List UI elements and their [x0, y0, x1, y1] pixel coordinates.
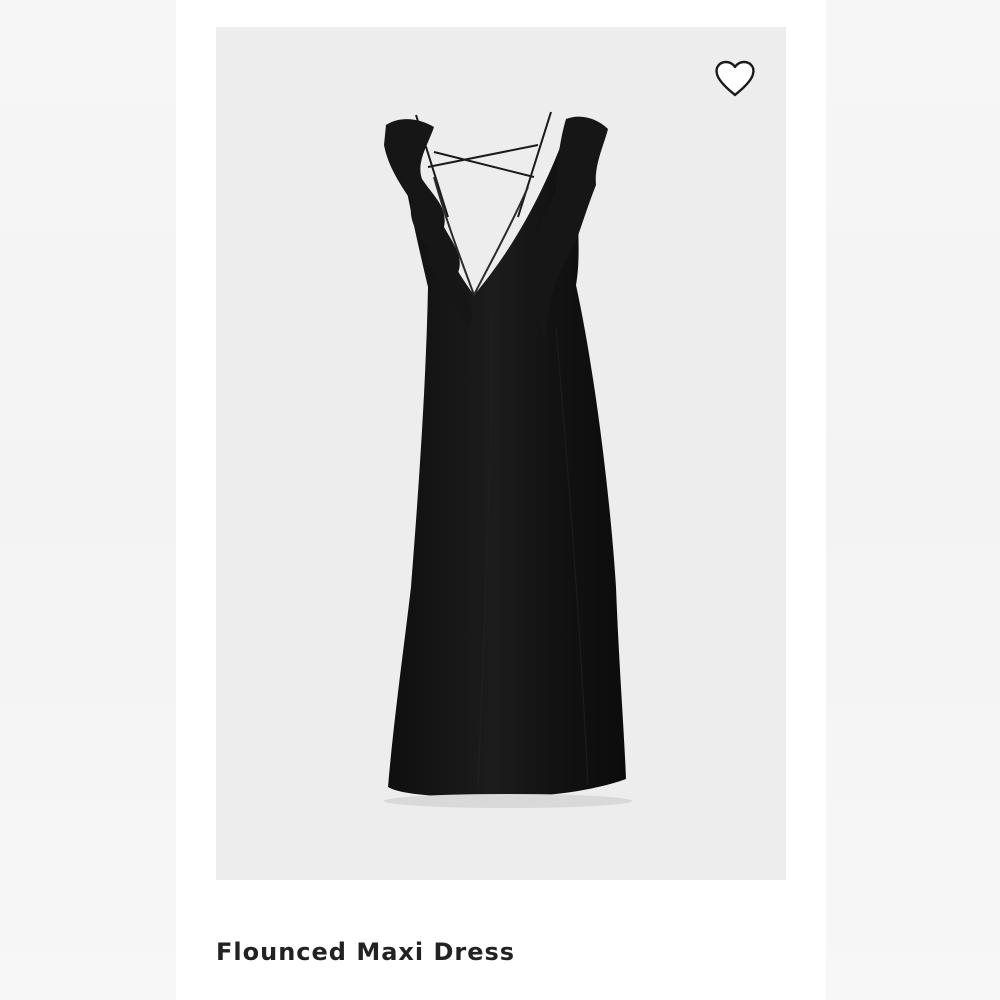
hem-shadow	[384, 794, 632, 808]
heart-outline-icon	[715, 60, 755, 97]
dress-illustration	[384, 111, 632, 808]
product-image[interactable]	[216, 27, 786, 880]
product-title[interactable]: Flounced Maxi Dress	[216, 938, 515, 966]
product-card[interactable]: Flounced Maxi Dress	[176, 0, 826, 1000]
background-blur-right	[826, 0, 1000, 1000]
background-blur-left	[0, 0, 176, 1000]
favorite-button[interactable]	[708, 51, 762, 105]
